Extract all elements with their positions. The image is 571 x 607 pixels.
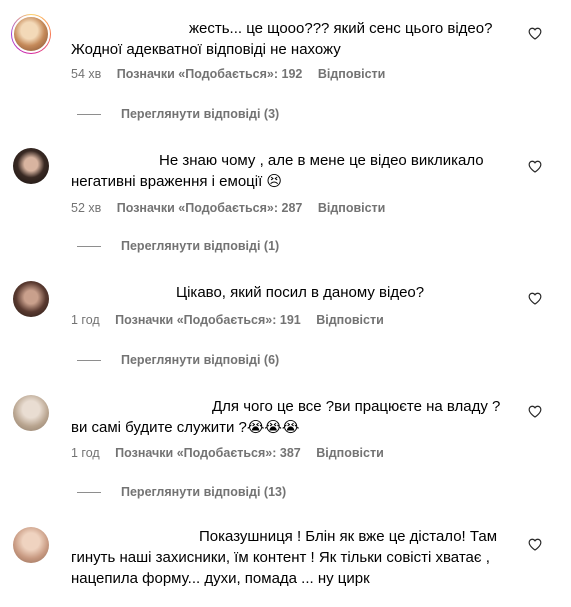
view-replies-button[interactable]: Переглянути відповіді (3) — [77, 107, 279, 121]
reply-button[interactable]: Відповісти — [316, 313, 384, 327]
comment-text: жесть... це щооо??? який сенс цього віде… — [71, 20, 493, 58]
divider-line — [77, 491, 101, 493]
comment-time: 52 хв — [71, 201, 102, 215]
reply-button[interactable]: Відповісти — [318, 67, 386, 81]
comment-item: жесть... це щооо??? який сенс цього віде… — [0, 0, 571, 130]
heart-icon[interactable] — [528, 160, 542, 173]
view-replies-label: Переглянути відповіді (1) — [121, 239, 280, 253]
comment-meta: 1 год Позначки «Подобається»: 191 Відпов… — [71, 313, 396, 327]
heart-icon[interactable] — [528, 538, 542, 551]
comment-text: Не знаю чому , але в мене це відео викли… — [71, 152, 484, 190]
comment-item: Не знаю чому , але в мене це відео викли… — [0, 132, 571, 262]
avatar[interactable] — [11, 14, 51, 54]
comment-meta: 1 год Позначки «Подобається»: 387 Відпов… — [71, 446, 396, 460]
comment-time: 1 год — [71, 446, 100, 460]
likes-count[interactable]: Позначки «Подобається»: 192 — [117, 67, 303, 81]
reply-button[interactable]: Відповісти — [316, 446, 384, 460]
likes-count[interactable]: Позначки «Подобається»: 191 — [115, 313, 301, 327]
comment-item: Цікаво, який посил в даному відео? 1 год… — [0, 264, 571, 394]
heart-icon[interactable] — [528, 27, 542, 40]
avatar[interactable] — [13, 395, 49, 431]
heart-icon[interactable] — [528, 405, 542, 418]
heart-icon[interactable] — [528, 292, 542, 305]
comment-text: Для чого це все ?ви працюєте на владу ? … — [71, 398, 501, 436]
comment-time: 1 год — [71, 313, 100, 327]
avatar[interactable] — [13, 148, 49, 184]
comment-item: Для чого це все ?ви працюєте на владу ? … — [0, 378, 571, 508]
comment-text: Цікаво, який посил в даному відео? — [176, 284, 425, 301]
comment-item: Показушниця ! Блін як вже це дістало! Та… — [0, 510, 571, 607]
reply-button[interactable]: Відповісти — [318, 201, 386, 215]
view-replies-button[interactable]: Переглянути відповіді (13) — [77, 485, 286, 499]
comment-text: Показушниця ! Блін як вже це дістало! Та… — [71, 528, 498, 587]
avatar[interactable] — [13, 527, 49, 563]
view-replies-label: Переглянути відповіді (6) — [121, 353, 280, 367]
view-replies-button[interactable]: Переглянути відповіді (6) — [77, 353, 279, 367]
view-replies-label: Переглянути відповіді (13) — [121, 485, 287, 499]
divider-line — [77, 359, 101, 361]
view-replies-label: Переглянути відповіді (3) — [121, 107, 280, 121]
view-replies-button[interactable]: Переглянути відповіді (1) — [77, 239, 279, 253]
divider-line — [77, 113, 101, 115]
avatar[interactable] — [13, 281, 49, 317]
comment-meta: 54 хв Позначки «Подобається»: 192 Відпов… — [71, 67, 397, 81]
comment-meta: 52 хв Позначки «Подобається»: 287 Відпов… — [71, 201, 397, 215]
divider-line — [77, 245, 101, 247]
comment-time: 54 хв — [71, 67, 102, 81]
likes-count[interactable]: Позначки «Подобається»: 387 — [115, 446, 301, 460]
likes-count[interactable]: Позначки «Подобається»: 287 — [117, 201, 303, 215]
